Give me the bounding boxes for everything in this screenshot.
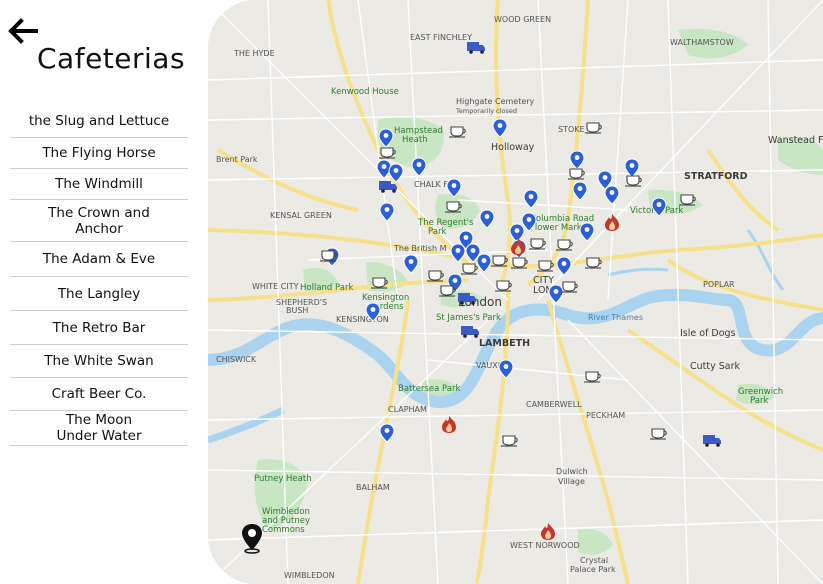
cafe-name: The Moon Under Water (56, 412, 142, 444)
svg-text:Putney Heath: Putney Heath (254, 474, 312, 484)
svg-text:The British M: The British M (393, 244, 447, 253)
svg-text:Temporarily closed: Temporarily closed (455, 107, 517, 115)
cafe-name: Craft Beer Co. (51, 386, 147, 402)
svg-text:STOKE: STOKE (558, 125, 585, 134)
svg-text:Isle of Dogs: Isle of Dogs (680, 328, 736, 339)
svg-text:Heath: Heath (402, 135, 428, 145)
page-title: Cafeterias (37, 42, 186, 75)
list-item[interactable]: The Windmill (10, 169, 188, 200)
svg-text:Park: Park (428, 227, 446, 237)
list-item[interactable]: the Slug and Lettuce (10, 104, 188, 138)
svg-text:Cutty Sark: Cutty Sark (690, 361, 741, 372)
svg-text:Wanstead Fl: Wanstead Fl (768, 135, 823, 146)
svg-text:PECKHAM: PECKHAM (586, 411, 625, 420)
svg-text:Park: Park (750, 396, 768, 406)
svg-text:WALTHAMSTOW: WALTHAMSTOW (670, 38, 734, 47)
svg-text:Brent Park: Brent Park (216, 155, 258, 164)
svg-text:Kenwood House: Kenwood House (331, 87, 399, 97)
svg-text:KENSINGTON: KENSINGTON (336, 315, 389, 324)
sidebar: Cafeterias the Slug and Lettuce The Flyi… (0, 0, 208, 584)
svg-text:Palace Park: Palace Park (570, 565, 616, 574)
cafe-name: The Langley (57, 285, 141, 302)
svg-text:CLAPHAM: CLAPHAM (388, 405, 427, 414)
svg-text:WOOD GREEN: WOOD GREEN (494, 15, 551, 24)
svg-text:POPLAR: POPLAR (703, 280, 735, 289)
svg-text:River Thames: River Thames (588, 313, 643, 322)
svg-text:WEST NORWOOD: WEST NORWOOD (510, 541, 580, 550)
svg-text:BUSH: BUSH (286, 306, 308, 315)
svg-text:Crystal: Crystal (580, 556, 608, 565)
svg-text:LAMBETH: LAMBETH (479, 338, 530, 349)
svg-text:STRATFORD: STRATFORD (684, 171, 748, 182)
arrow-left-icon[interactable] (6, 14, 40, 48)
cafe-list: the Slug and Lettuce The Flying Horse Th… (10, 104, 188, 446)
cafe-name: The Retro Bar (52, 319, 146, 336)
svg-text:CAMBERWELL: CAMBERWELL (526, 400, 582, 409)
svg-text:Holloway: Holloway (491, 142, 535, 153)
map[interactable]: WOOD GREEN THE HYDE EAST FINCHLEY WALTHA… (208, 0, 823, 584)
svg-text:THE HYDE: THE HYDE (233, 49, 275, 58)
list-item[interactable]: The Flying Horse (10, 138, 188, 169)
svg-text:CHISWICK: CHISWICK (216, 355, 257, 364)
svg-text:Dulwich: Dulwich (556, 467, 588, 476)
list-item[interactable]: The White Swan (10, 345, 188, 378)
svg-text:Commons: Commons (262, 525, 305, 535)
svg-text:Village: Village (558, 477, 585, 486)
svg-text:Holland Park: Holland Park (300, 283, 353, 293)
list-item[interactable]: The Adam & Eve (10, 242, 188, 277)
svg-text:EAST FINCHLEY: EAST FINCHLEY (410, 33, 472, 42)
svg-text:KENSAL GREEN: KENSAL GREEN (270, 211, 332, 220)
list-item[interactable]: The Retro Bar (10, 311, 188, 345)
svg-text:Battersea Park: Battersea Park (398, 384, 460, 394)
cafe-name: The Windmill (55, 176, 143, 192)
svg-text:WIMBLEDON: WIMBLEDON (284, 571, 335, 580)
cafe-name: the Slug and Lettuce (28, 112, 170, 129)
svg-text:St James's Park: St James's Park (436, 313, 501, 323)
cafe-name: The Crown and Anchor (48, 204, 150, 237)
svg-text:WHITE CITY: WHITE CITY (252, 282, 299, 291)
cafe-name: The White Swan (44, 353, 154, 369)
cafe-name: The Flying Horse (42, 145, 156, 161)
list-item[interactable]: Craft Beer Co. (10, 378, 188, 411)
svg-text:BALHAM: BALHAM (356, 483, 390, 492)
map-canvas: WOOD GREEN THE HYDE EAST FINCHLEY WALTHA… (208, 0, 823, 584)
list-item[interactable]: The Crown and Anchor (10, 200, 188, 242)
list-item[interactable]: The Langley (10, 277, 188, 311)
svg-text:Highgate Cemetery: Highgate Cemetery (456, 97, 535, 106)
list-item[interactable]: The Moon Under Water (10, 411, 188, 446)
cafe-name: The Adam & Eve (42, 251, 156, 267)
